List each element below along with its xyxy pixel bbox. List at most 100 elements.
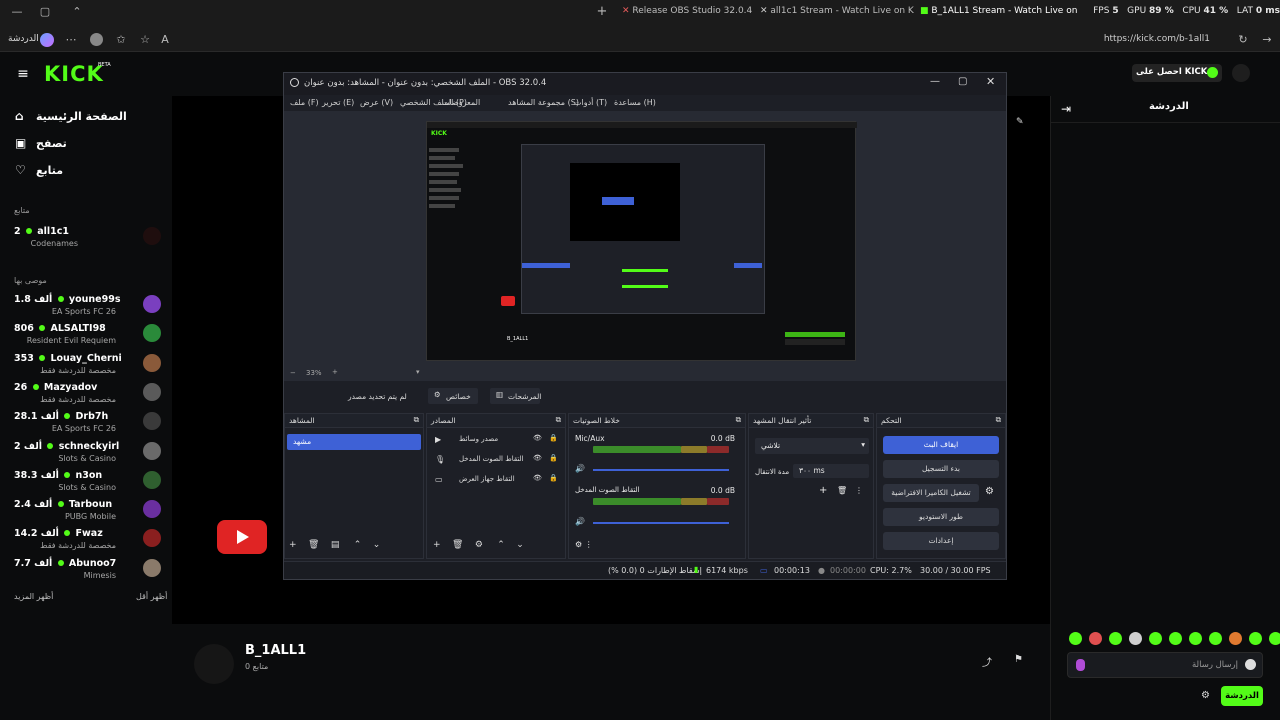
emote-icon[interactable] [1109,632,1122,645]
studio-mode-button[interactable]: طور الاستوديو [883,508,999,526]
report-icon[interactable]: ⚑ [1014,654,1023,665]
dock-float-icon[interactable]: ⧉ [996,415,1001,425]
channel-1-volume-slider[interactable] [593,469,729,471]
emote-icon[interactable] [1149,632,1162,645]
chat-input[interactable]: إرسال رسالة [1067,652,1263,678]
add-transition-icon[interactable]: + [819,485,827,496]
move-down-icon[interactable]: ⌄ [373,540,381,550]
tab-b1all1[interactable]: ■ B_1ALL1 Stream - Watch Live on Kick [920,6,1080,22]
minimize-window-icon[interactable]: — [10,5,24,19]
emote-icon[interactable] [1249,632,1262,645]
move-up-icon[interactable]: ⌃ [354,540,362,550]
source-up-icon[interactable]: ⌃ [497,540,505,550]
recommended-channel[interactable]: 353 Louay_Cherni مخصصة للدردشة فقط [0,351,172,379]
share-icon[interactable]: ⤴ [982,654,992,669]
zoom-out-icon[interactable]: − [290,369,296,377]
add-scene-icon[interactable]: + [289,540,297,550]
source-item[interactable]: 🎙 التقاط الصوت المدخل 👁 🔒 [429,452,563,468]
obs-menu-item[interactable]: مساعدة (H) [614,98,656,107]
lock-icon[interactable]: 🔒 [549,434,558,442]
chat-settings-icon[interactable]: ⚙ [1201,690,1210,701]
emote-icon[interactable] [1129,632,1142,645]
obs-menu-item[interactable]: تحرير (E) [322,98,354,107]
start-recording-button[interactable]: بدء التسجيل [883,460,999,478]
add-source-icon[interactable]: + [433,540,441,550]
dock-float-icon[interactable]: ⧉ [864,415,869,425]
tab-all1c1[interactable]: ✕ all1c1 Stream - Watch Live on Kick [760,6,914,22]
get-kicks-button[interactable]: احصل على KICKs [1132,64,1222,82]
source-down-icon[interactable]: ⌄ [516,540,524,550]
channel-2-volume-slider[interactable] [593,522,729,524]
recommended-channel[interactable]: 1.8 ألف youne99s EA Sports FC 26 [0,292,172,320]
remove-transition-icon[interactable]: 🗑 [837,486,847,495]
read-aloud-icon[interactable]: A [158,33,172,47]
obs-menu-item[interactable]: مجموعة المشاهد (S) [508,98,579,107]
filters-button[interactable]: ▥ المرشحات [490,388,541,404]
zoom-dropdown-icon[interactable]: ▾ [416,368,420,376]
zoom-in-icon[interactable]: + [332,368,338,376]
emote-icon[interactable] [1229,632,1242,645]
obs-menu-item[interactable]: ملف (F) [290,98,319,107]
emote-icon[interactable] [1269,632,1280,645]
recommended-channel[interactable]: 14.2 ألف Fwaz مخصصة للدردشة فقط [0,526,172,554]
emoji-icon[interactable] [1245,659,1256,670]
lock-icon[interactable]: 🔒 [549,474,558,482]
edit-pencil-icon[interactable]: ✎ [1016,117,1024,127]
emote-icon[interactable] [1169,632,1182,645]
duration-input[interactable]: ٣٠٠ ms [793,464,869,478]
menu-icon[interactable]: ≡ [16,67,30,81]
scene-item[interactable]: مشهد [287,434,421,450]
account-avatar-icon[interactable] [90,33,103,46]
user-avatar[interactable] [1232,64,1250,82]
channel-2-speaker-icon[interactable]: 🔊 [575,517,585,526]
copilot-icon[interactable] [40,33,54,47]
new-tab-icon[interactable]: + [595,5,609,19]
obs-menu-item[interactable]: عرض (V) [360,98,393,107]
dock-float-icon[interactable]: ⧉ [556,415,561,425]
virtual-camera-settings-icon[interactable]: ⚙ [985,486,994,497]
obs-maximize-icon[interactable]: ▢ [958,76,967,87]
obs-menu-item[interactable]: المعروضات [442,98,480,107]
obs-minimize-icon[interactable]: — [930,76,940,87]
emote-icon[interactable] [1089,632,1102,645]
mixer-settings-icon[interactable]: ⚙ ⋮ [575,540,593,549]
source-item[interactable]: ▭ التقاط جهاز العرض 👁 🔒 [429,472,563,488]
remove-scene-icon[interactable]: 🗑 [308,540,319,550]
mic-icon[interactable] [1076,659,1085,671]
dock-float-icon[interactable]: ⧉ [736,415,741,425]
forward-icon[interactable]: → [1260,33,1274,47]
chat-send-button[interactable]: الدردشة [1221,686,1263,706]
dock-float-icon[interactable]: ⧉ [414,415,419,425]
url-field[interactable]: https://kick.com/b-1all1 [1080,34,1210,44]
nav-home[interactable]: ⌂ الصفحة الرئيسية [0,106,172,128]
stop-streaming-button[interactable]: ايقاف البث [883,436,999,454]
source-settings-icon[interactable]: ⚙ [475,540,483,550]
emote-icon[interactable] [1209,632,1222,645]
channel-1-speaker-icon[interactable]: 🔊 [575,464,585,473]
obs-menu-item[interactable]: أدوات (T) [574,98,607,107]
transition-select[interactable]: تلاشي ▾ [755,438,869,454]
settings-button[interactable]: إعدادات [883,532,999,550]
properties-button[interactable]: ⚙ خصائص [428,388,478,404]
more-icon[interactable]: ⋯ [64,33,78,47]
kick-logo[interactable]: KICK [44,62,104,86]
visibility-eye-icon[interactable]: 👁 [533,474,542,482]
emote-icon[interactable] [1189,632,1202,645]
obs-close-icon[interactable]: ✕ [986,75,995,88]
favorite-icon[interactable]: ☆ [138,33,152,47]
following-channel[interactable]: 2 all1c1 Codenames [0,224,172,252]
nav-browse[interactable]: ▣ تصفح [0,133,172,155]
show-less-link[interactable]: أظهر أقل [136,592,167,601]
recommended-channel[interactable]: 38.3 ألف n3on Slots & Casino [0,468,172,496]
visibility-eye-icon[interactable]: 👁 [533,454,542,462]
virtual-camera-button[interactable]: تشغيل الكاميرا الافتراضية [883,484,979,502]
transition-more-icon[interactable]: ⋮ [855,486,863,495]
restore-window-icon[interactable]: ▢ [38,5,52,19]
recommended-channel[interactable]: 2.4 ألف Tarboun PUBG Mobile [0,497,172,525]
emote-icon[interactable] [1069,632,1082,645]
channel-name[interactable]: B_1ALL1 [245,643,306,658]
obs-preview[interactable]: KICK B_1ALL1 ✎ − 33% + ▾ [284,111,1024,381]
remove-source-icon[interactable]: 🗑 [452,540,463,550]
lock-icon[interactable]: 🔒 [549,454,558,462]
profile-label[interactable]: الدردشة [8,34,39,44]
